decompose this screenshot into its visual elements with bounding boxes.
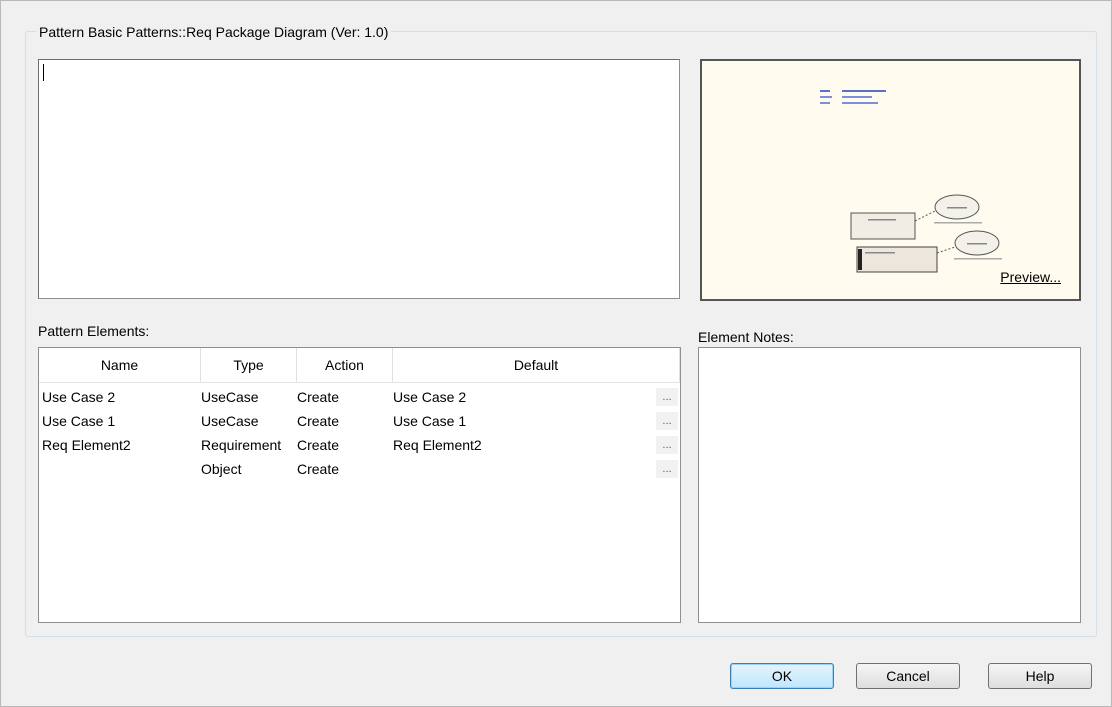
cell-action[interactable]: Create: [297, 409, 339, 433]
column-header-default[interactable]: Default: [393, 348, 680, 382]
table-row[interactable]: Req Element2 Requirement Create Req Elem…: [39, 433, 680, 457]
ellipsis-button[interactable]: ...: [656, 388, 678, 406]
ok-button[interactable]: OK: [730, 663, 834, 689]
diagram-thumbnail: [820, 90, 1002, 273]
cell-default[interactable]: Use Case 1: [393, 409, 466, 433]
ellipsis-button[interactable]: ...: [656, 436, 678, 454]
cell-name: Use Case 2: [42, 389, 116, 405]
cell-type: Requirement: [201, 437, 282, 453]
preview-link[interactable]: Preview...: [1000, 269, 1061, 285]
pattern-dialog: Pattern Basic Patterns::Req Package Diag…: [0, 0, 1112, 707]
cell-action[interactable]: Create: [297, 433, 339, 457]
cell-default[interactable]: Req Element2: [393, 433, 482, 457]
preview-link-label: Preview...: [1000, 269, 1061, 285]
cell-name: Req Element2: [42, 437, 131, 453]
column-header-action[interactable]: Action: [297, 348, 393, 382]
table-row[interactable]: Use Case 1 UseCase Create Use Case 1 ...: [39, 409, 680, 433]
cell-type: UseCase: [201, 413, 259, 429]
table-row[interactable]: Object Create ...: [39, 457, 680, 481]
group-title: Pattern Basic Patterns::Req Package Diag…: [36, 24, 392, 40]
help-button[interactable]: Help: [988, 663, 1092, 689]
column-header-name[interactable]: Name: [39, 348, 201, 382]
column-header-type[interactable]: Type: [201, 348, 297, 382]
cell-action[interactable]: Create: [297, 385, 339, 409]
element-notes-textarea[interactable]: [698, 347, 1081, 623]
table-row[interactable]: Use Case 2 UseCase Create Use Case 2 ...: [39, 385, 680, 409]
cancel-button[interactable]: Cancel: [856, 663, 960, 689]
pattern-elements-table[interactable]: Name Type Action Default Use Case 2 UseC…: [38, 347, 681, 623]
diagram-preview-panel: Preview...: [700, 59, 1081, 301]
table-header: Name Type Action Default: [39, 348, 680, 383]
cell-default[interactable]: Use Case 2: [393, 385, 466, 409]
pattern-elements-label: Pattern Elements:: [38, 323, 150, 339]
pattern-notes-textarea[interactable]: [38, 59, 680, 299]
ellipsis-button[interactable]: ...: [656, 412, 678, 430]
element-notes-label: Element Notes:: [698, 329, 794, 345]
cell-type: Object: [201, 461, 242, 477]
cell-name: Use Case 1: [42, 413, 116, 429]
cell-type: UseCase: [201, 389, 259, 405]
text-caret: [43, 64, 44, 81]
ellipsis-button[interactable]: ...: [656, 460, 678, 478]
cell-action[interactable]: Create: [297, 457, 339, 481]
